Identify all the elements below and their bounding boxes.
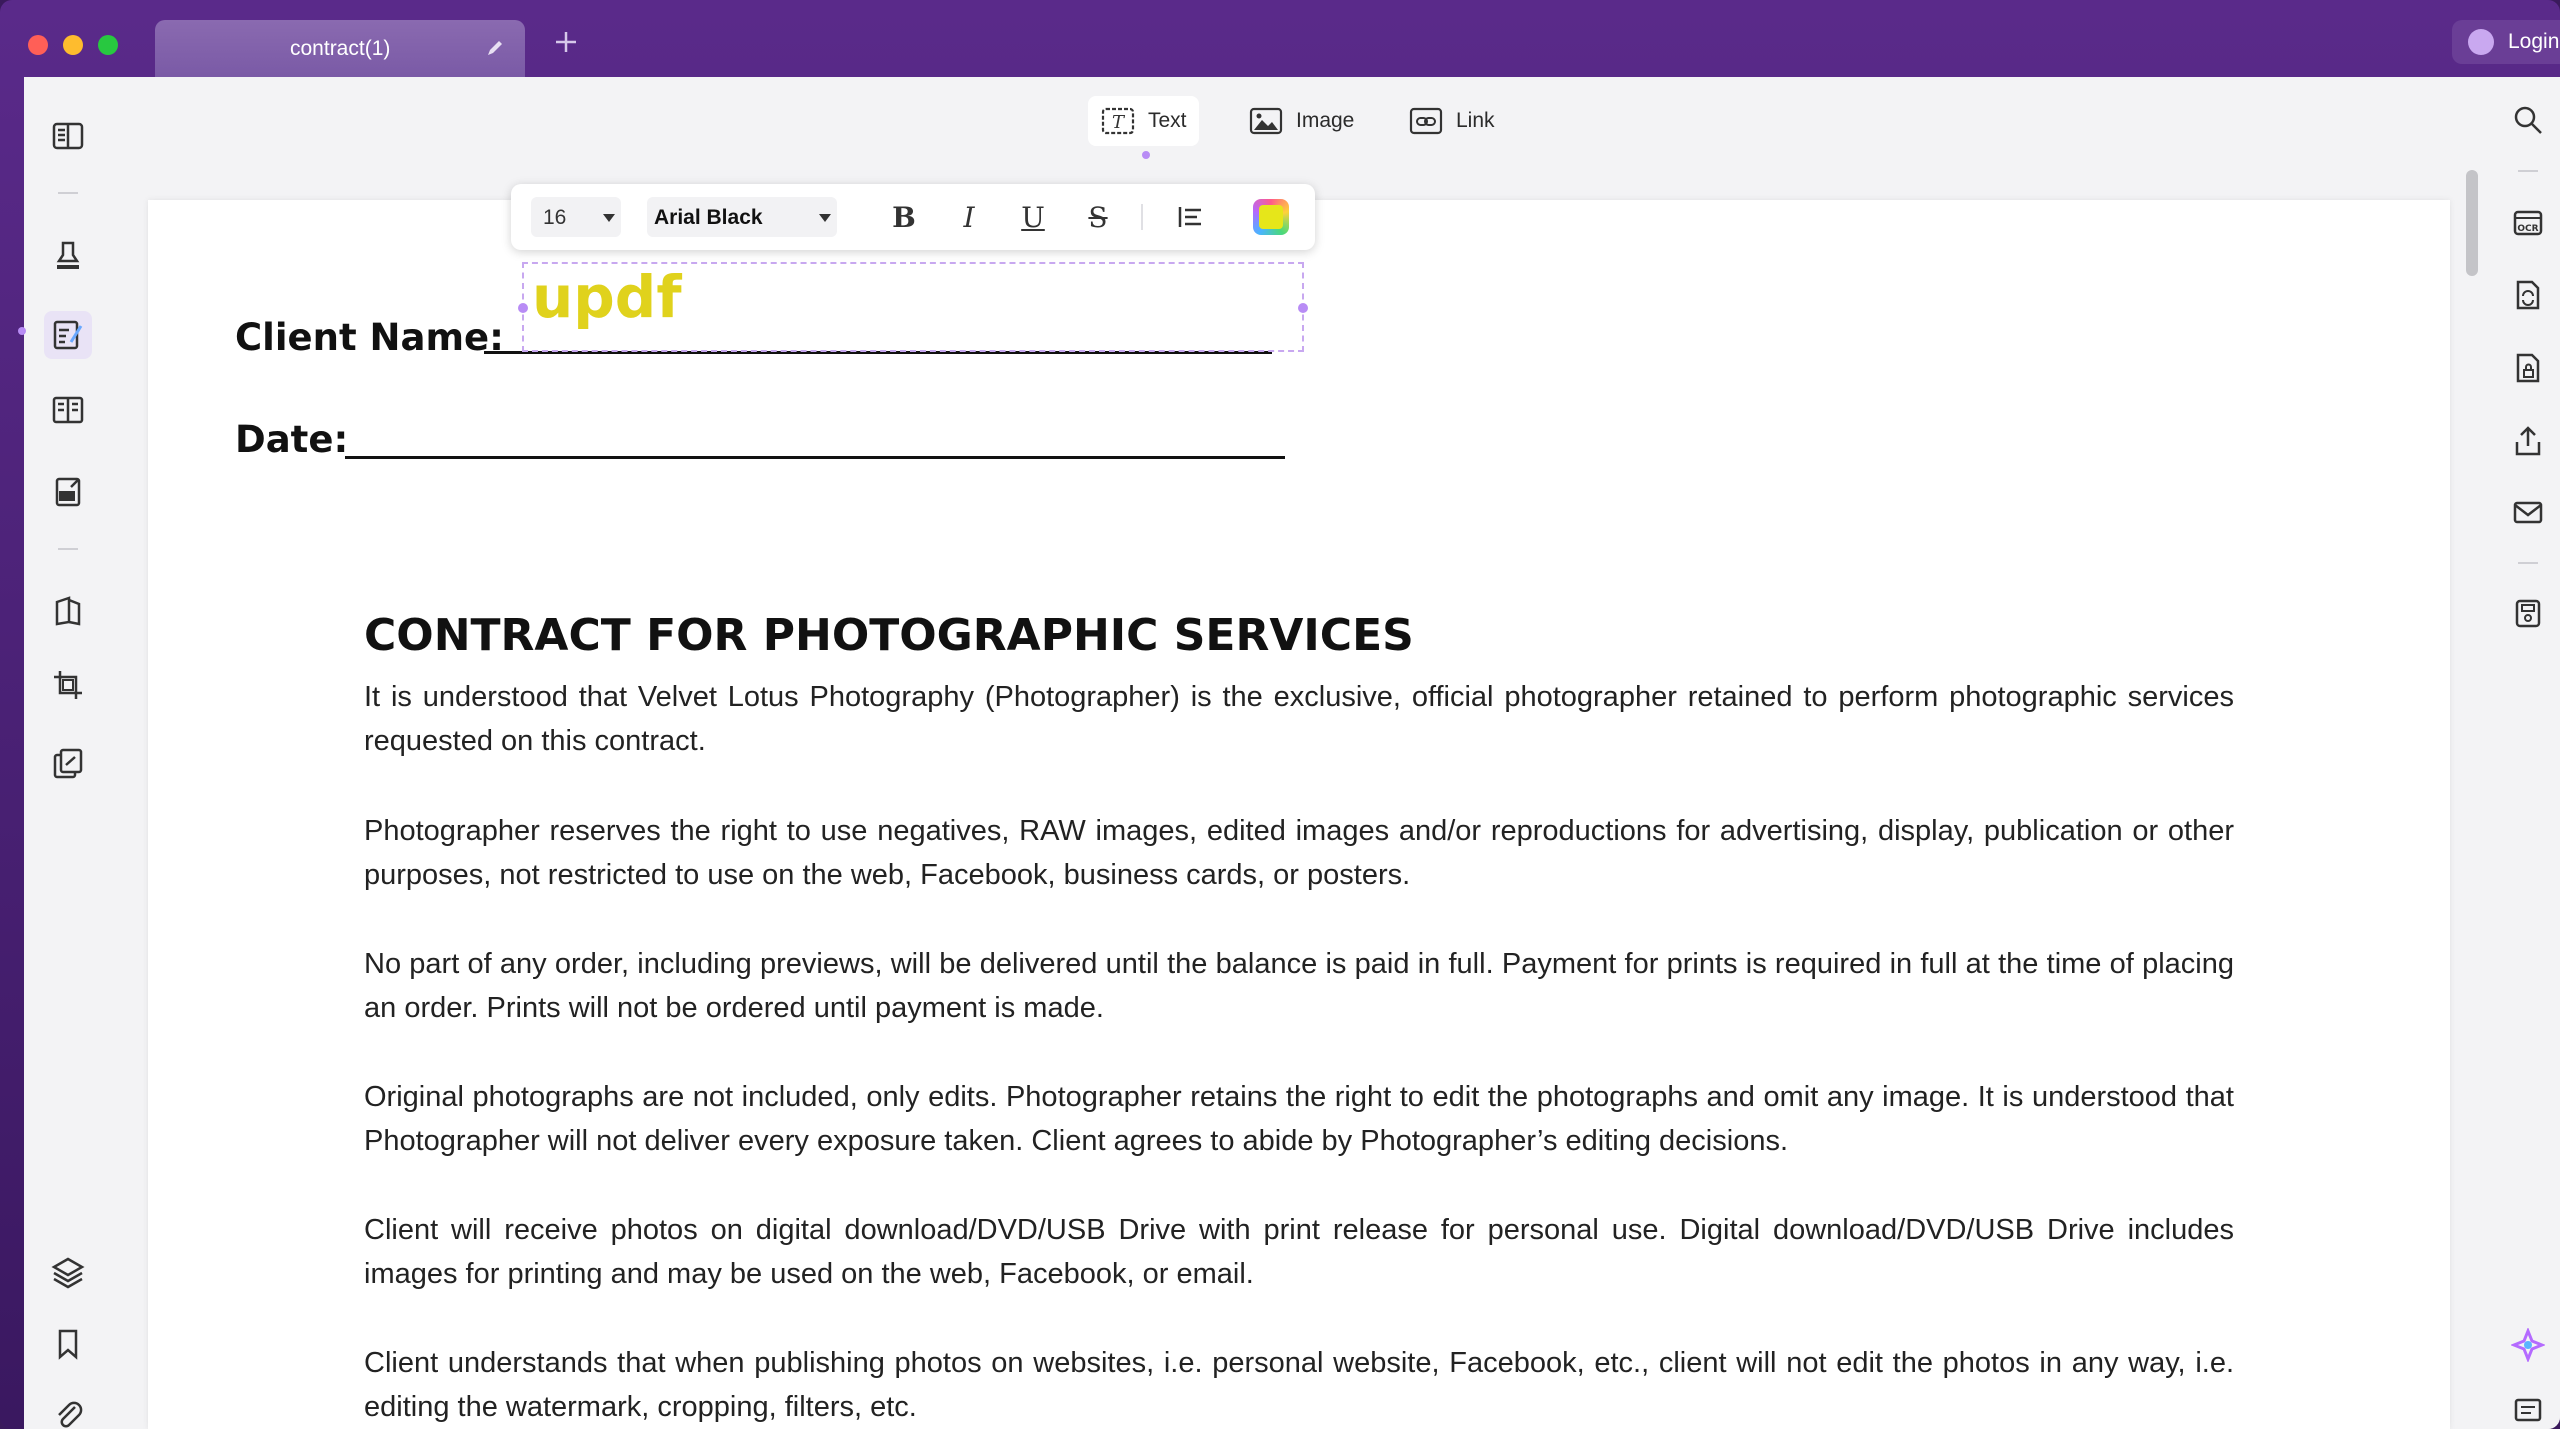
image-tool-icon: [1249, 107, 1283, 135]
svg-text:OCR: OCR: [2517, 224, 2538, 234]
paragraph: Photographer reserves the right to use n…: [364, 815, 2234, 891]
attachment-icon[interactable]: [44, 1390, 92, 1429]
tab-link-mode[interactable]: Link: [1396, 96, 1507, 146]
vertical-scrollbar[interactable]: [2466, 170, 2478, 276]
share-icon[interactable]: [2508, 421, 2548, 461]
link-tool-icon: [1409, 107, 1443, 135]
text-format-toolbar: 16 Arial Black B I U S: [511, 184, 1315, 250]
fill-sign-icon[interactable]: [44, 468, 92, 516]
organize-pages-icon[interactable]: [44, 587, 92, 635]
edited-text[interactable]: updf: [532, 263, 682, 331]
text-color-picker[interactable]: [1253, 199, 1289, 235]
client-name-label: Client Name:: [235, 316, 504, 359]
paragraph: Client understands that when publishing …: [364, 1347, 2234, 1423]
convert-icon[interactable]: [2508, 275, 2548, 315]
active-mode-indicator: [1142, 151, 1150, 159]
reader-mode-icon[interactable]: [44, 112, 92, 160]
new-tab-plus-icon[interactable]: [552, 28, 580, 56]
app-window: contract(1) Login OCR T Text Image Link …: [0, 0, 2560, 1429]
pencil-icon[interactable]: [483, 36, 507, 60]
crop-pages-icon[interactable]: [44, 661, 92, 709]
rail-divider: [58, 192, 78, 194]
comments-panel-icon[interactable]: [2508, 1392, 2548, 1429]
paragraph: No part of any order, including previews…: [364, 948, 2234, 1024]
minimize-window-button[interactable]: [63, 35, 83, 55]
document-title: CONTRACT FOR PHOTOGRAPHIC SERVICES: [364, 610, 1414, 661]
resize-handle-right[interactable]: [1298, 303, 1308, 313]
chevron-down-icon: [819, 214, 831, 222]
underline-button[interactable]: U: [1013, 197, 1053, 237]
login-label: Login: [2508, 30, 2560, 53]
document-tab[interactable]: contract(1): [155, 20, 525, 77]
rail-divider: [2518, 170, 2538, 172]
layers-icon[interactable]: [44, 1248, 92, 1296]
ai-assistant-icon[interactable]: [2508, 1325, 2548, 1365]
title-bar: contract(1) Login: [0, 0, 2560, 77]
text-mode-label: Text: [1148, 109, 1187, 132]
text-tool-icon: T: [1101, 107, 1135, 135]
tab-text-mode[interactable]: T Text: [1088, 96, 1199, 146]
bookmark-icon[interactable]: [44, 1320, 92, 1368]
date-label: Date:: [235, 418, 349, 461]
align-left-icon: [1178, 207, 1201, 227]
svg-text:T: T: [1112, 112, 1126, 133]
maximize-window-button[interactable]: [98, 35, 118, 55]
login-button[interactable]: Login: [2452, 20, 2560, 64]
link-mode-label: Link: [1456, 109, 1495, 132]
active-tool-indicator: [18, 327, 26, 335]
comment-highlighter-icon[interactable]: [44, 232, 92, 280]
align-left-button[interactable]: [1171, 197, 1211, 237]
strikethrough-button[interactable]: S: [1078, 197, 1118, 237]
toolbar-divider: [1141, 204, 1143, 230]
paragraph: Client will receive photos on digital do…: [364, 1214, 2234, 1290]
close-window-button[interactable]: [28, 35, 48, 55]
font-size-value: 16: [543, 206, 567, 229]
font-size-select[interactable]: 16: [531, 197, 621, 237]
tab-label: contract(1): [290, 37, 391, 60]
italic-button[interactable]: I: [949, 197, 989, 237]
date-line: [345, 456, 1285, 459]
rail-divider: [2518, 562, 2538, 564]
page-tools-icon[interactable]: [44, 740, 92, 788]
font-family-select[interactable]: Arial Black: [647, 197, 837, 237]
bold-button[interactable]: B: [884, 197, 924, 237]
rail-divider: [58, 548, 78, 550]
email-icon[interactable]: [2508, 492, 2548, 532]
avatar: [2468, 29, 2494, 55]
edit-pdf-icon[interactable]: [44, 311, 92, 359]
color-swatch: [1259, 205, 1283, 229]
protect-icon[interactable]: [2508, 348, 2548, 388]
chevron-down-icon: [603, 214, 615, 222]
paragraph: Original photographs are not included, o…: [364, 1081, 2234, 1157]
font-family-value: Arial Black: [654, 206, 763, 229]
ocr-icon[interactable]: OCR: [2508, 203, 2548, 243]
resize-handle-left[interactable]: [518, 303, 528, 313]
save-icon[interactable]: [2508, 593, 2548, 633]
page-layout-icon[interactable]: [44, 386, 92, 434]
image-mode-label: Image: [1296, 109, 1355, 132]
tab-image-mode[interactable]: Image: [1236, 96, 1366, 146]
paragraph: It is understood that Velvet Lotus Photo…: [364, 681, 2234, 757]
search-icon[interactable]: [2508, 100, 2548, 140]
